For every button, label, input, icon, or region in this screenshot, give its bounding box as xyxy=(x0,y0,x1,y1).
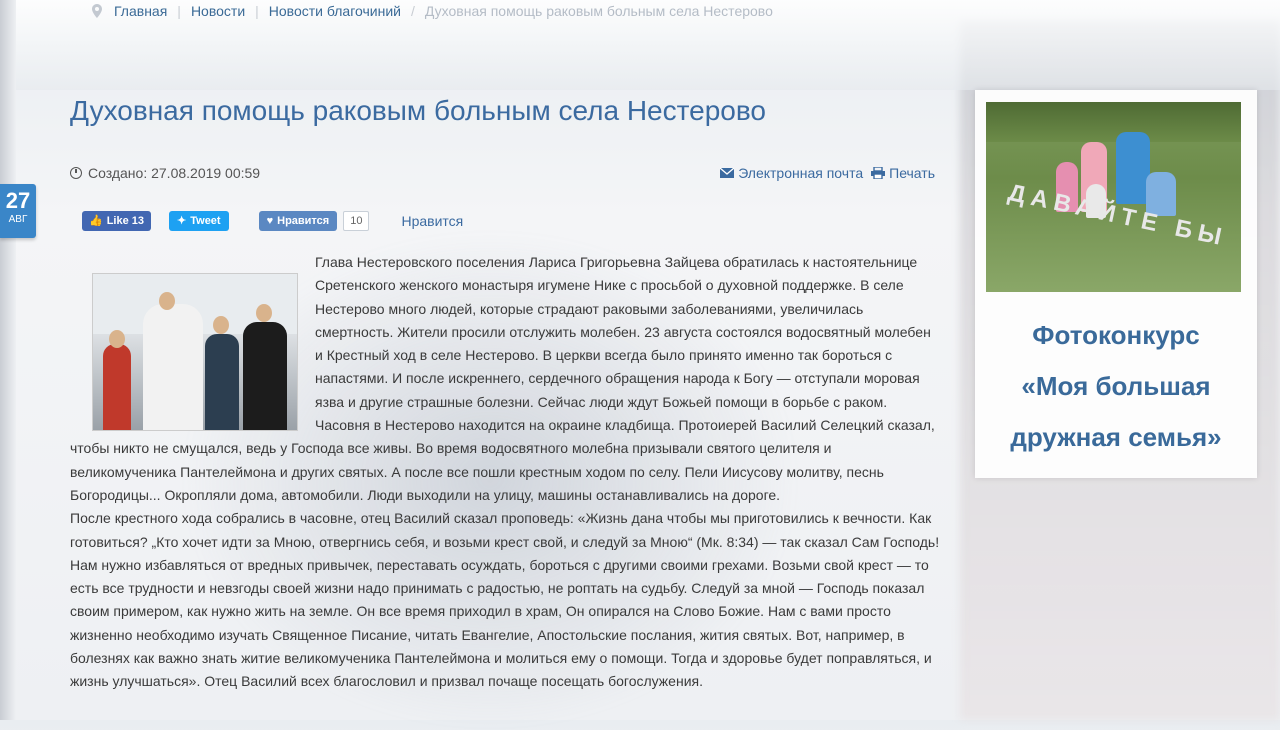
contest-title-line: дружная семья» xyxy=(1010,422,1222,452)
contest-photo: ДАВАЙТЕ БЫ xyxy=(986,102,1241,292)
heart-icon: ♥ xyxy=(266,215,274,227)
breadcrumb-separator: | xyxy=(255,3,259,19)
tweet-label: Tweet xyxy=(190,215,221,227)
breadcrumb-deanery-news[interactable]: Новости благочиний xyxy=(269,3,401,19)
twitter-bird-icon: ✦ xyxy=(177,215,187,227)
location-pin-icon xyxy=(92,4,102,18)
created-date: Создано: 27.08.2019 00:59 xyxy=(70,165,260,181)
vk-like-label: Нравится xyxy=(277,215,330,227)
article-body: Глава Нестеровского поселения Лариса Гри… xyxy=(70,251,940,694)
date-badge: 27 АВГ xyxy=(0,184,36,238)
vk-like-button[interactable]: ♥ Нравится xyxy=(258,211,338,231)
sidebar-contest-banner[interactable]: ДАВАЙТЕ БЫ Фотоконкурс «Моя большая друж… xyxy=(975,90,1257,478)
tweet-button[interactable]: ✦ Tweet xyxy=(169,211,229,231)
date-day: 27 xyxy=(5,188,31,213)
breadcrumb-news[interactable]: Новости xyxy=(191,3,245,19)
left-edge xyxy=(0,0,16,720)
clock-icon xyxy=(70,167,82,179)
article: Духовная помощь раковым больным села Нес… xyxy=(70,95,940,689)
contest-title: Фотоконкурс «Моя большая дружная семья» xyxy=(975,310,1257,463)
date-month: АВГ xyxy=(8,214,28,225)
envelope-icon xyxy=(720,168,735,178)
facebook-like-button[interactable]: 👍 Like 13 xyxy=(82,211,152,231)
breadcrumb: Главная | Новости | Новости благочиний /… xyxy=(92,3,773,19)
social-buttons: 👍 Like 13 ✦ Tweet ♥ Нравится 10 Нравится xyxy=(82,209,463,233)
printer-icon xyxy=(871,167,886,179)
thumbs-up-icon: 👍 xyxy=(89,215,103,227)
breadcrumb-home[interactable]: Главная xyxy=(114,3,167,19)
breadcrumb-separator: | xyxy=(177,3,181,19)
breadcrumb-current: Духовная помощь раковым больным села Нес… xyxy=(424,3,773,19)
created-label: Создано: 27.08.2019 00:59 xyxy=(88,165,261,181)
article-meta: Создано: 27.08.2019 00:59 Электронная по… xyxy=(70,165,940,185)
like-link[interactable]: Нравится xyxy=(401,213,463,229)
article-paragraph: После крестного хода собрались в часовне… xyxy=(70,510,940,690)
email-button[interactable]: Электронная почта xyxy=(720,165,863,181)
article-actions: Электронная почта Печать xyxy=(720,165,935,181)
facebook-like-label: Like 13 xyxy=(106,215,145,227)
print-button[interactable]: Печать xyxy=(871,165,935,181)
page-title: Духовная помощь раковым больным села Нес… xyxy=(70,95,766,126)
contest-title-line: Фотоконкурс xyxy=(1032,320,1200,350)
breadcrumb-separator: / xyxy=(410,3,415,19)
print-label: Печать xyxy=(889,165,935,181)
vk-like-count: 10 xyxy=(343,211,370,231)
contest-title-line: «Моя большая xyxy=(1021,371,1211,401)
email-label: Электронная почта xyxy=(738,165,864,181)
